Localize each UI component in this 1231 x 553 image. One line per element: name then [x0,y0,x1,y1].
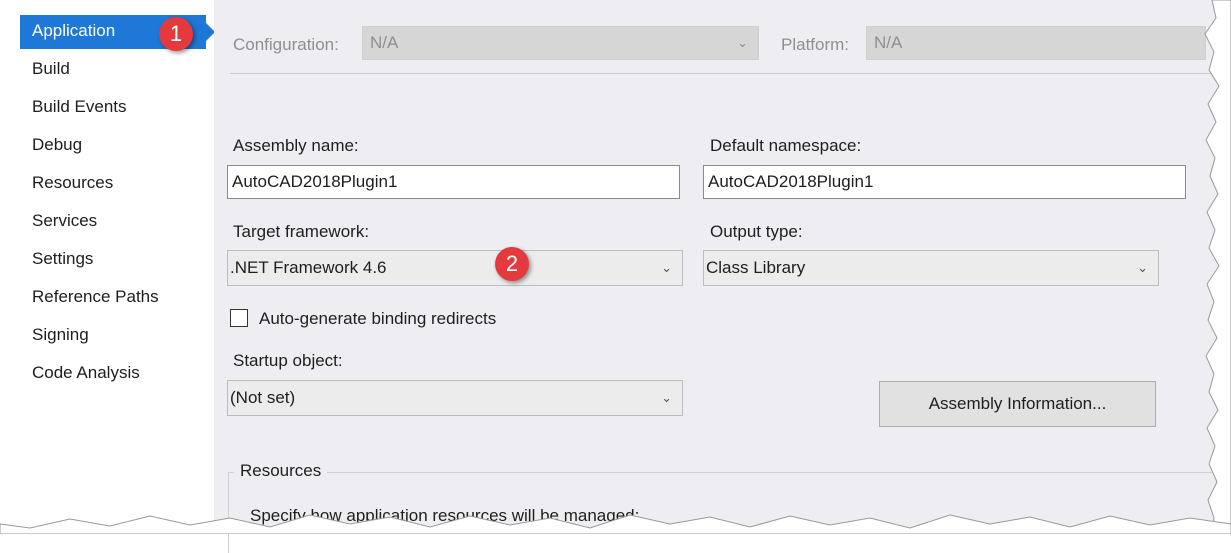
torn-edge-decoration [0,0,1231,534]
